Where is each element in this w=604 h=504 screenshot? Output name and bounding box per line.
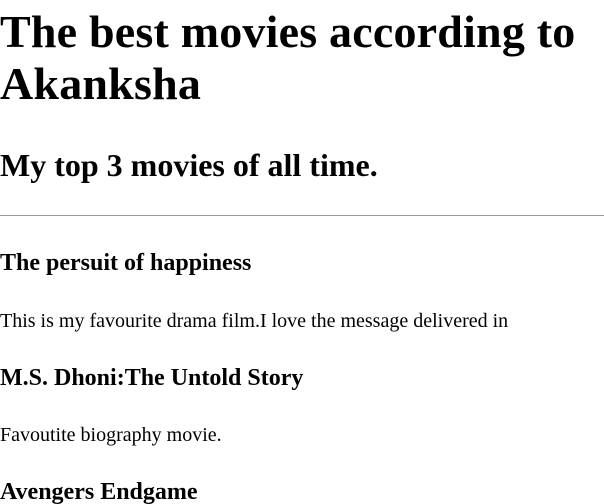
divider: [0, 215, 604, 216]
movie-description-2: Favoutite biography movie.: [0, 424, 222, 446]
page: The best movies according to Akanksha My…: [0, 0, 604, 504]
movie-title-1: The persuit of happiness: [0, 250, 252, 276]
movie-description-1: This is my favourite drama film.I love t…: [0, 310, 509, 332]
page-title: The best movies according to Akanksha: [0, 6, 576, 109]
movie-title-2: M.S. Dhoni:The Untold Story: [0, 365, 304, 391]
movie-title-3: Avengers Endgame: [0, 479, 198, 504]
page-subtitle: My top 3 movies of all time.: [0, 147, 378, 183]
